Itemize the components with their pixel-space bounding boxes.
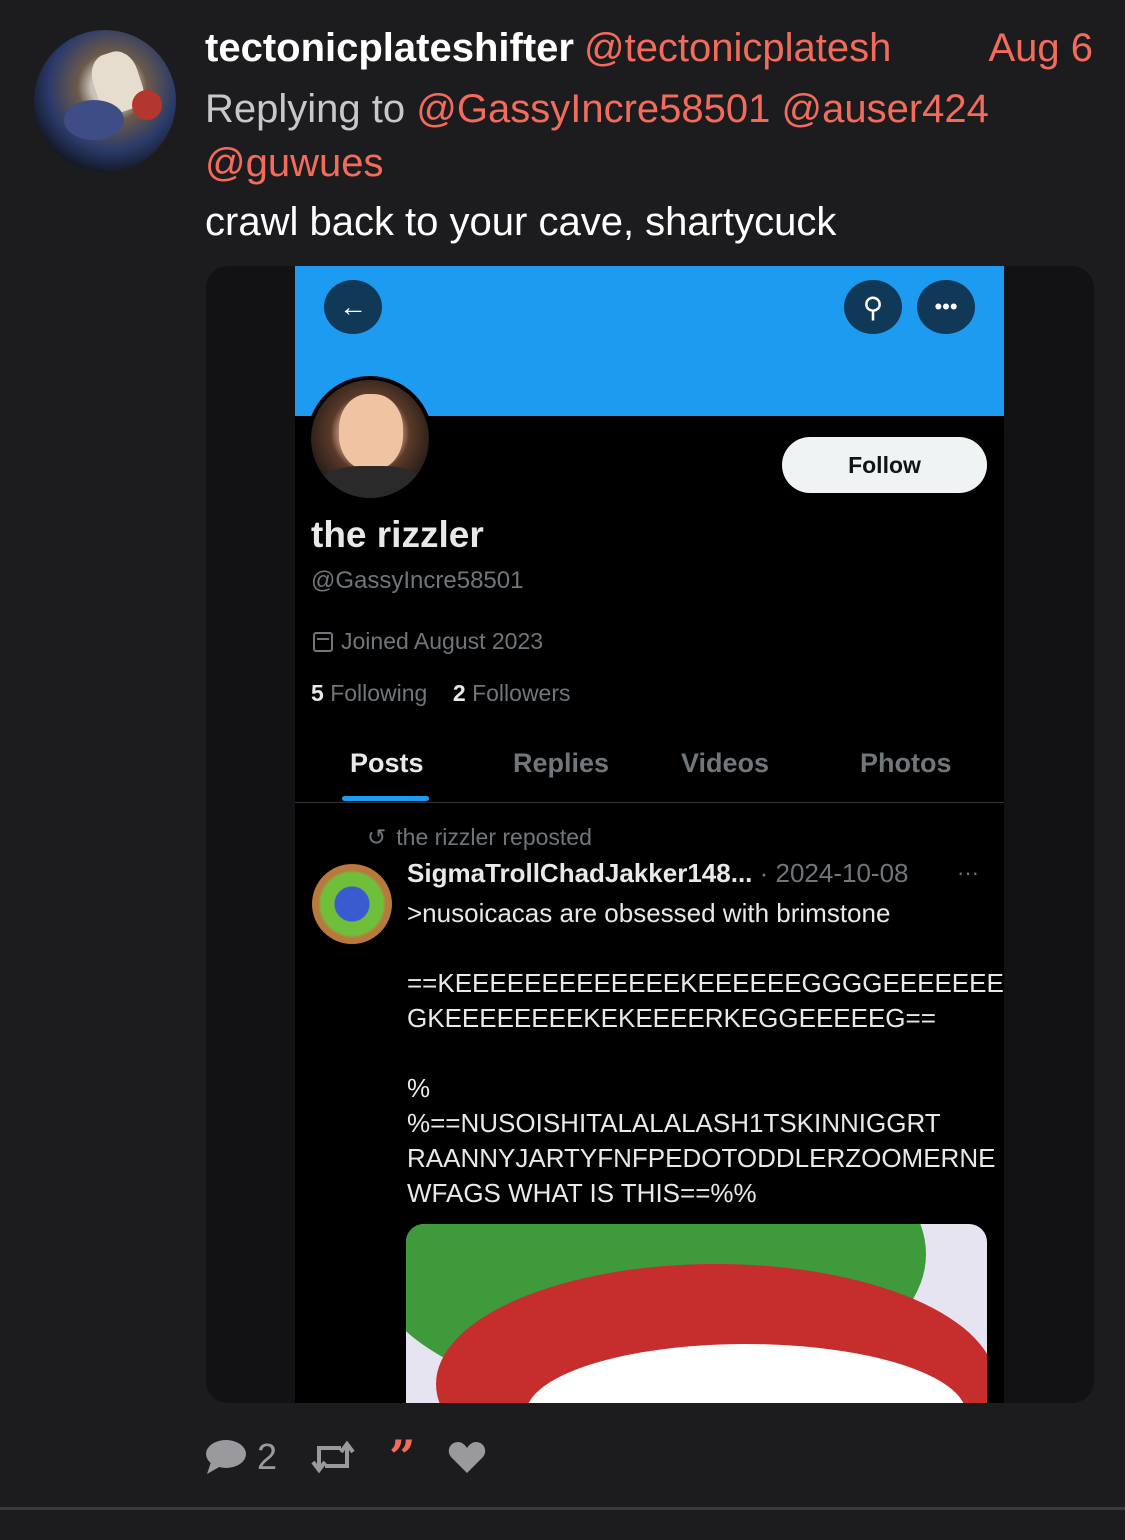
following-count: 5 xyxy=(311,680,324,706)
embedded-screenshot: ← ⚲ ••• Follow the rizzler @GassyIncre58… xyxy=(295,266,1004,1403)
repost-indicator: ↺ the rizzler reposted xyxy=(367,824,592,851)
followers-count: 2 xyxy=(452,680,466,706)
profile-picture xyxy=(307,376,433,502)
comment-icon xyxy=(206,1440,246,1474)
tab-replies: Replies xyxy=(513,748,610,778)
post-author-avatar xyxy=(312,864,392,944)
calendar-icon xyxy=(313,631,333,652)
repost-icon: ↺ xyxy=(367,824,387,850)
avatar-figure-accent xyxy=(132,90,162,120)
tab-videos: Videos xyxy=(681,748,770,778)
quote-icon: ” xyxy=(389,1430,416,1484)
repost-label: the rizzler reposted xyxy=(396,824,592,850)
mention-link[interactable]: @GassyIncre58501 xyxy=(416,87,770,131)
profile-shirt xyxy=(317,466,427,498)
joined-text: Joined August 2023 xyxy=(341,628,544,654)
like-button[interactable] xyxy=(448,1440,486,1474)
active-tab-indicator xyxy=(342,796,429,801)
username[interactable]: tectonicplateshifter xyxy=(205,26,574,70)
tab-photos: Photos xyxy=(860,748,952,778)
replying-to: Replying to @GassyIncre58501 @auser424 @… xyxy=(205,82,1085,190)
profile-handle: @GassyIncre58501 xyxy=(311,567,524,594)
profile-display-name: the rizzler xyxy=(311,514,484,555)
quote-button[interactable]: ” xyxy=(389,1430,416,1484)
mention-link[interactable]: @guwues xyxy=(205,141,383,185)
post-author-line: SigmaTrollChadJakker148... · 2024-10-08 xyxy=(407,858,909,889)
repost-button[interactable] xyxy=(311,1440,355,1474)
replying-prefix: Replying to xyxy=(205,87,406,131)
embedded-post-image xyxy=(406,1224,987,1403)
user-avatar[interactable] xyxy=(34,30,176,172)
more-icon: ••• xyxy=(917,280,975,334)
avatar-figure-body xyxy=(64,100,124,140)
following-label: Following xyxy=(330,680,428,706)
post-more-icon: ··· xyxy=(957,860,979,885)
follow-stats: 5 Following 2 Followers xyxy=(311,680,571,707)
back-arrow-icon: ← xyxy=(324,280,382,334)
post-author-date: · 2024-10-08 xyxy=(759,858,909,888)
retweet-icon xyxy=(311,1440,355,1474)
heart-icon xyxy=(448,1442,485,1473)
tab-posts: Posts xyxy=(350,748,424,778)
reply-button[interactable]: 2 xyxy=(205,1436,277,1478)
post-author-name: SigmaTrollChadJakker148... xyxy=(407,858,753,888)
post-text: crawl back to your cave, shartycuck xyxy=(205,200,837,244)
profile-tabs: Posts Replies Videos Photos xyxy=(295,736,1004,803)
post-media[interactable]: ← ⚲ ••• Follow the rizzler @GassyIncre58… xyxy=(206,266,1094,1403)
user-handle[interactable]: @tectonicplatesh xyxy=(584,26,891,70)
post-actions: 2 ” xyxy=(205,1430,486,1484)
search-icon: ⚲ xyxy=(844,280,902,334)
reply-count: 2 xyxy=(257,1436,278,1477)
joined-date: Joined August 2023 xyxy=(313,628,543,655)
followers-label: Followers xyxy=(472,680,571,706)
embedded-post-body: >nusoicacas are obsessed with brimstone … xyxy=(407,898,1004,1208)
post-date[interactable]: Aug 6 xyxy=(988,26,1093,71)
post-divider xyxy=(0,1507,1125,1510)
mention-link[interactable]: @auser424 xyxy=(782,87,989,131)
follow-button: Follow xyxy=(782,437,987,493)
profile-face xyxy=(339,394,403,470)
post-header: tectonicplateshifter @tectonicplatesh xyxy=(205,26,891,71)
